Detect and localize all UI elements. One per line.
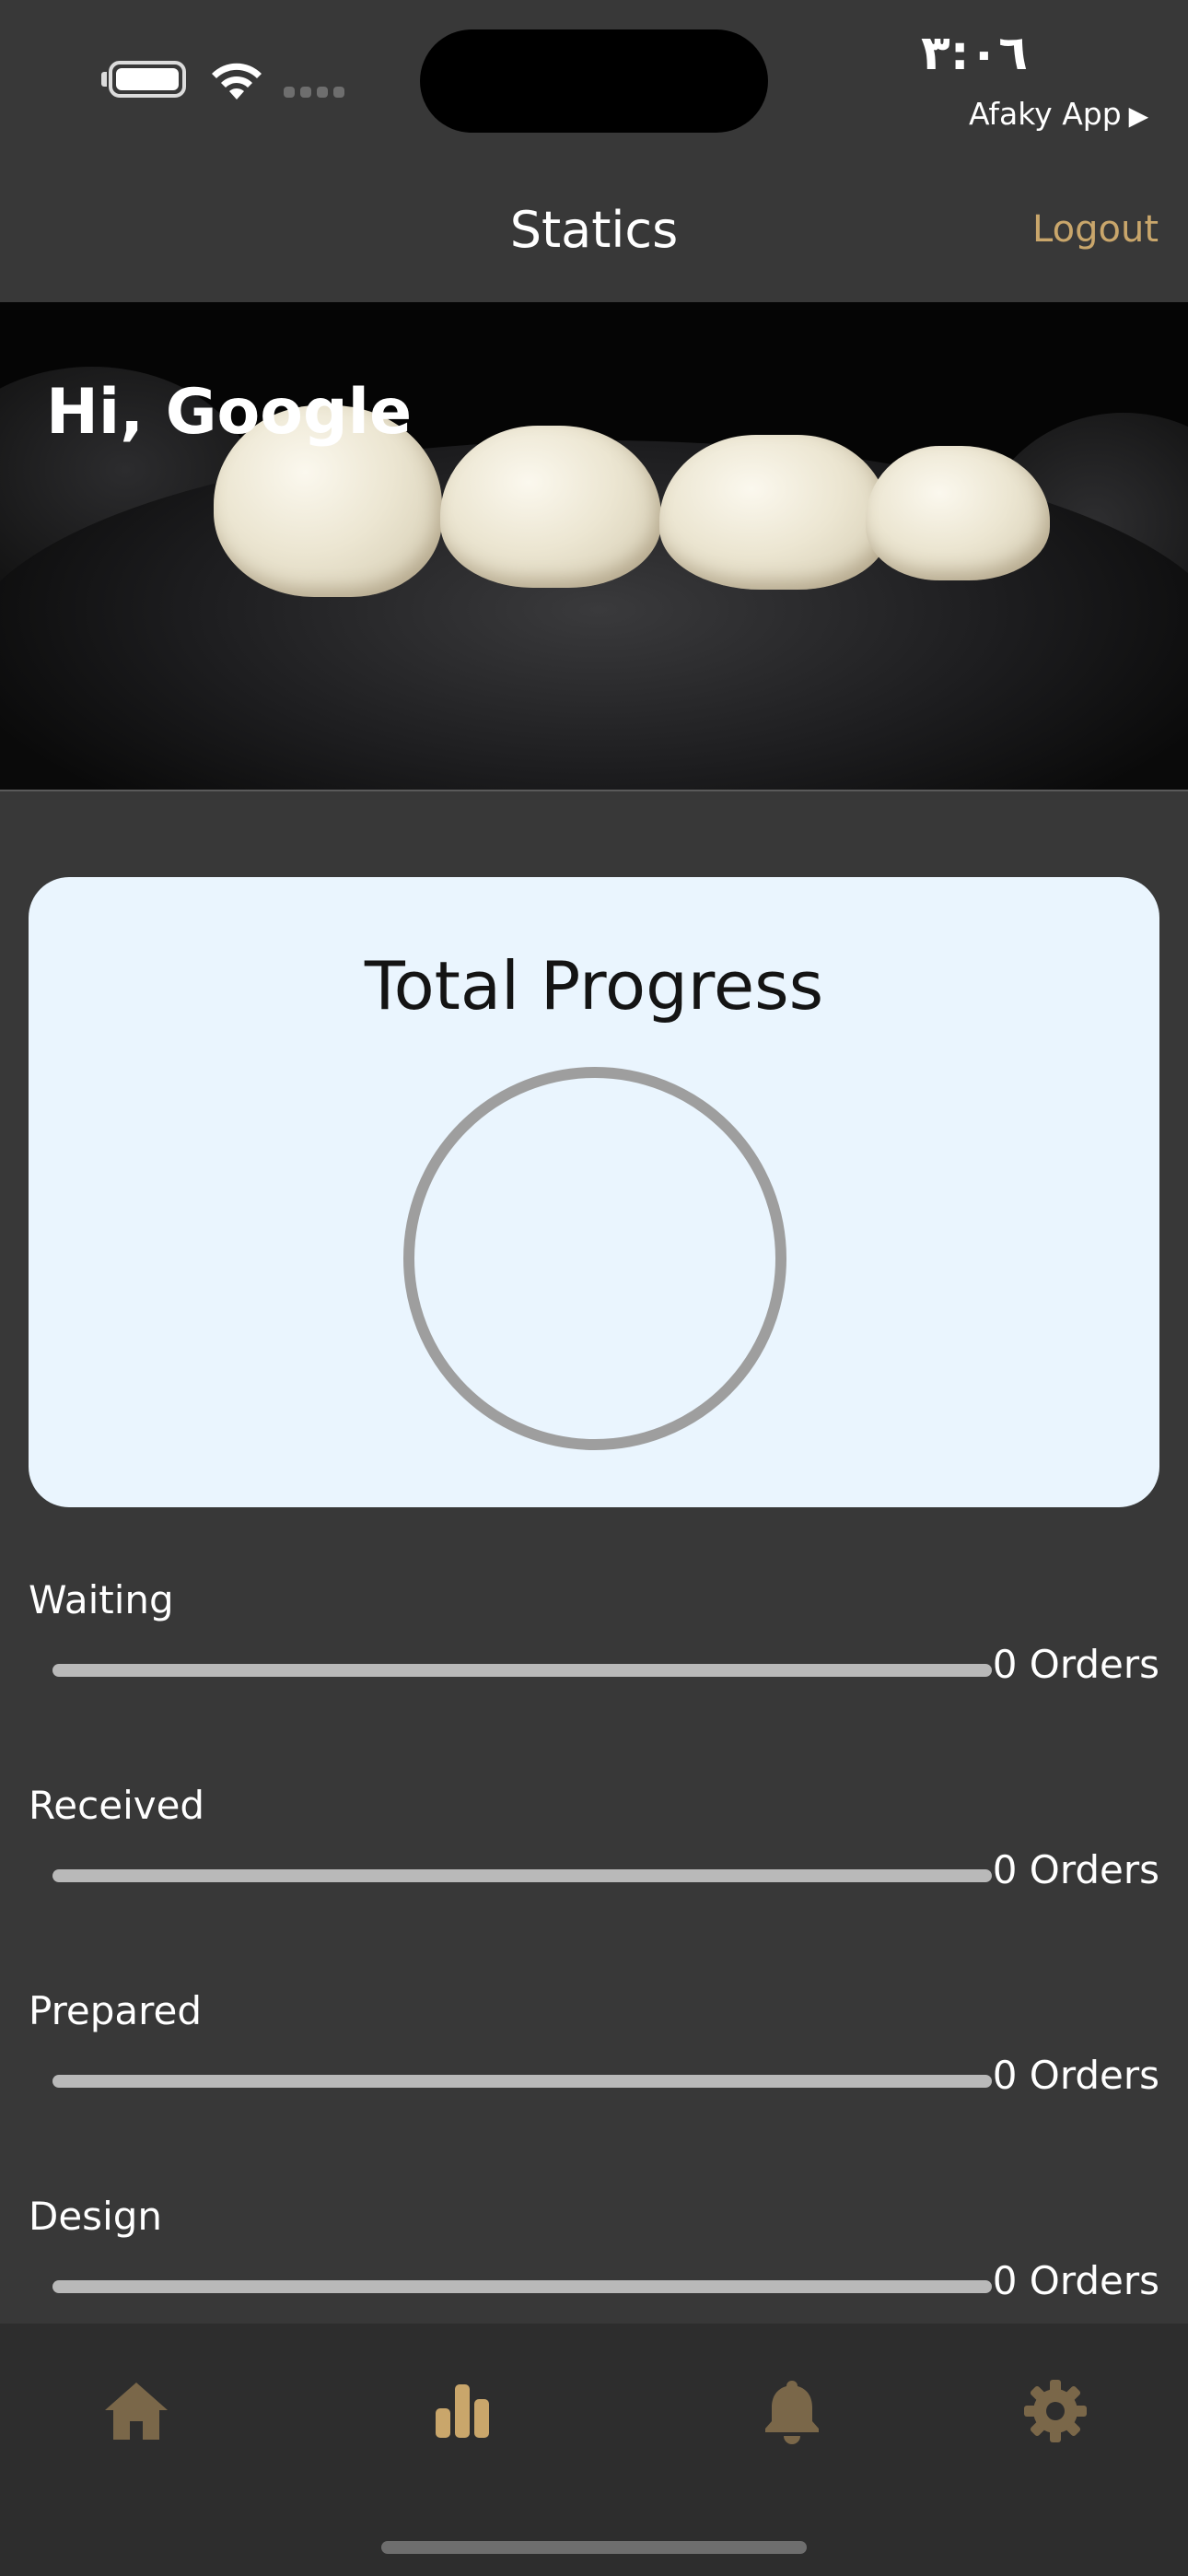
back-app-label: Afaky App: [969, 96, 1122, 132]
dynamic-island: [420, 29, 768, 133]
battery-tip: [101, 72, 107, 87]
statistics-screen: ٣:٠٦ Afaky App ▶ Statics Logout Hi, Googl…: [0, 0, 1188, 2576]
status-row-design: Design 0 Orders: [29, 2194, 1159, 2341]
total-progress-title: Total Progress: [364, 947, 824, 1025]
back-to-app-link[interactable]: Afaky App ▶: [969, 96, 1148, 132]
progress-bar: [52, 2075, 992, 2088]
gear-icon: [1024, 2380, 1087, 2442]
status-label: Prepared: [29, 1988, 203, 2033]
tab-settings[interactable]: [1000, 2360, 1111, 2462]
progress-ring: [403, 1067, 786, 1450]
cellular-signal-icon: [284, 87, 344, 98]
logout-button[interactable]: Logout: [1032, 208, 1159, 251]
bar-chart-icon: [436, 2384, 489, 2438]
status-row-waiting: Waiting 0 Orders: [29, 1577, 1159, 1725]
tab-bar: [0, 2324, 1188, 2576]
status-label: Design: [29, 2194, 163, 2239]
battery-icon: [109, 61, 186, 98]
order-count: 0 Orders: [992, 1847, 1159, 1892]
wifi-icon: [212, 63, 262, 100]
page-title: Statics: [509, 201, 679, 259]
bell-icon: [765, 2381, 819, 2444]
progress-bar: [52, 1664, 992, 1677]
home-indicator: [381, 2541, 807, 2554]
tab-notifications[interactable]: [737, 2360, 847, 2462]
greeting-text: Hi, Google: [46, 376, 413, 449]
hero-banner: Hi, Google: [0, 302, 1188, 790]
order-count: 0 Orders: [992, 2258, 1159, 2303]
order-count: 0 Orders: [992, 1642, 1159, 1687]
order-count: 0 Orders: [992, 2053, 1159, 2098]
status-row-prepared: Prepared 0 Orders: [29, 1988, 1159, 2136]
divider: [0, 790, 1188, 791]
status-row-received: Received 0 Orders: [29, 1783, 1159, 1930]
tab-statistics[interactable]: [407, 2360, 518, 2462]
progress-bar: [52, 1869, 992, 1882]
back-arrow-icon: ▶: [1128, 100, 1149, 131]
tab-home[interactable]: [81, 2360, 192, 2462]
status-label: Waiting: [29, 1577, 174, 1622]
progress-bar: [52, 2280, 992, 2293]
total-progress-card: Total Progress: [29, 877, 1159, 1507]
status-label: Received: [29, 1783, 205, 1828]
navigation-bar: Statics Logout: [0, 166, 1188, 302]
home-icon: [105, 2383, 168, 2440]
status-bar: ٣:٠٦ Afaky App ▶: [0, 0, 1188, 166]
status-time: ٣:٠٦: [921, 26, 1029, 81]
